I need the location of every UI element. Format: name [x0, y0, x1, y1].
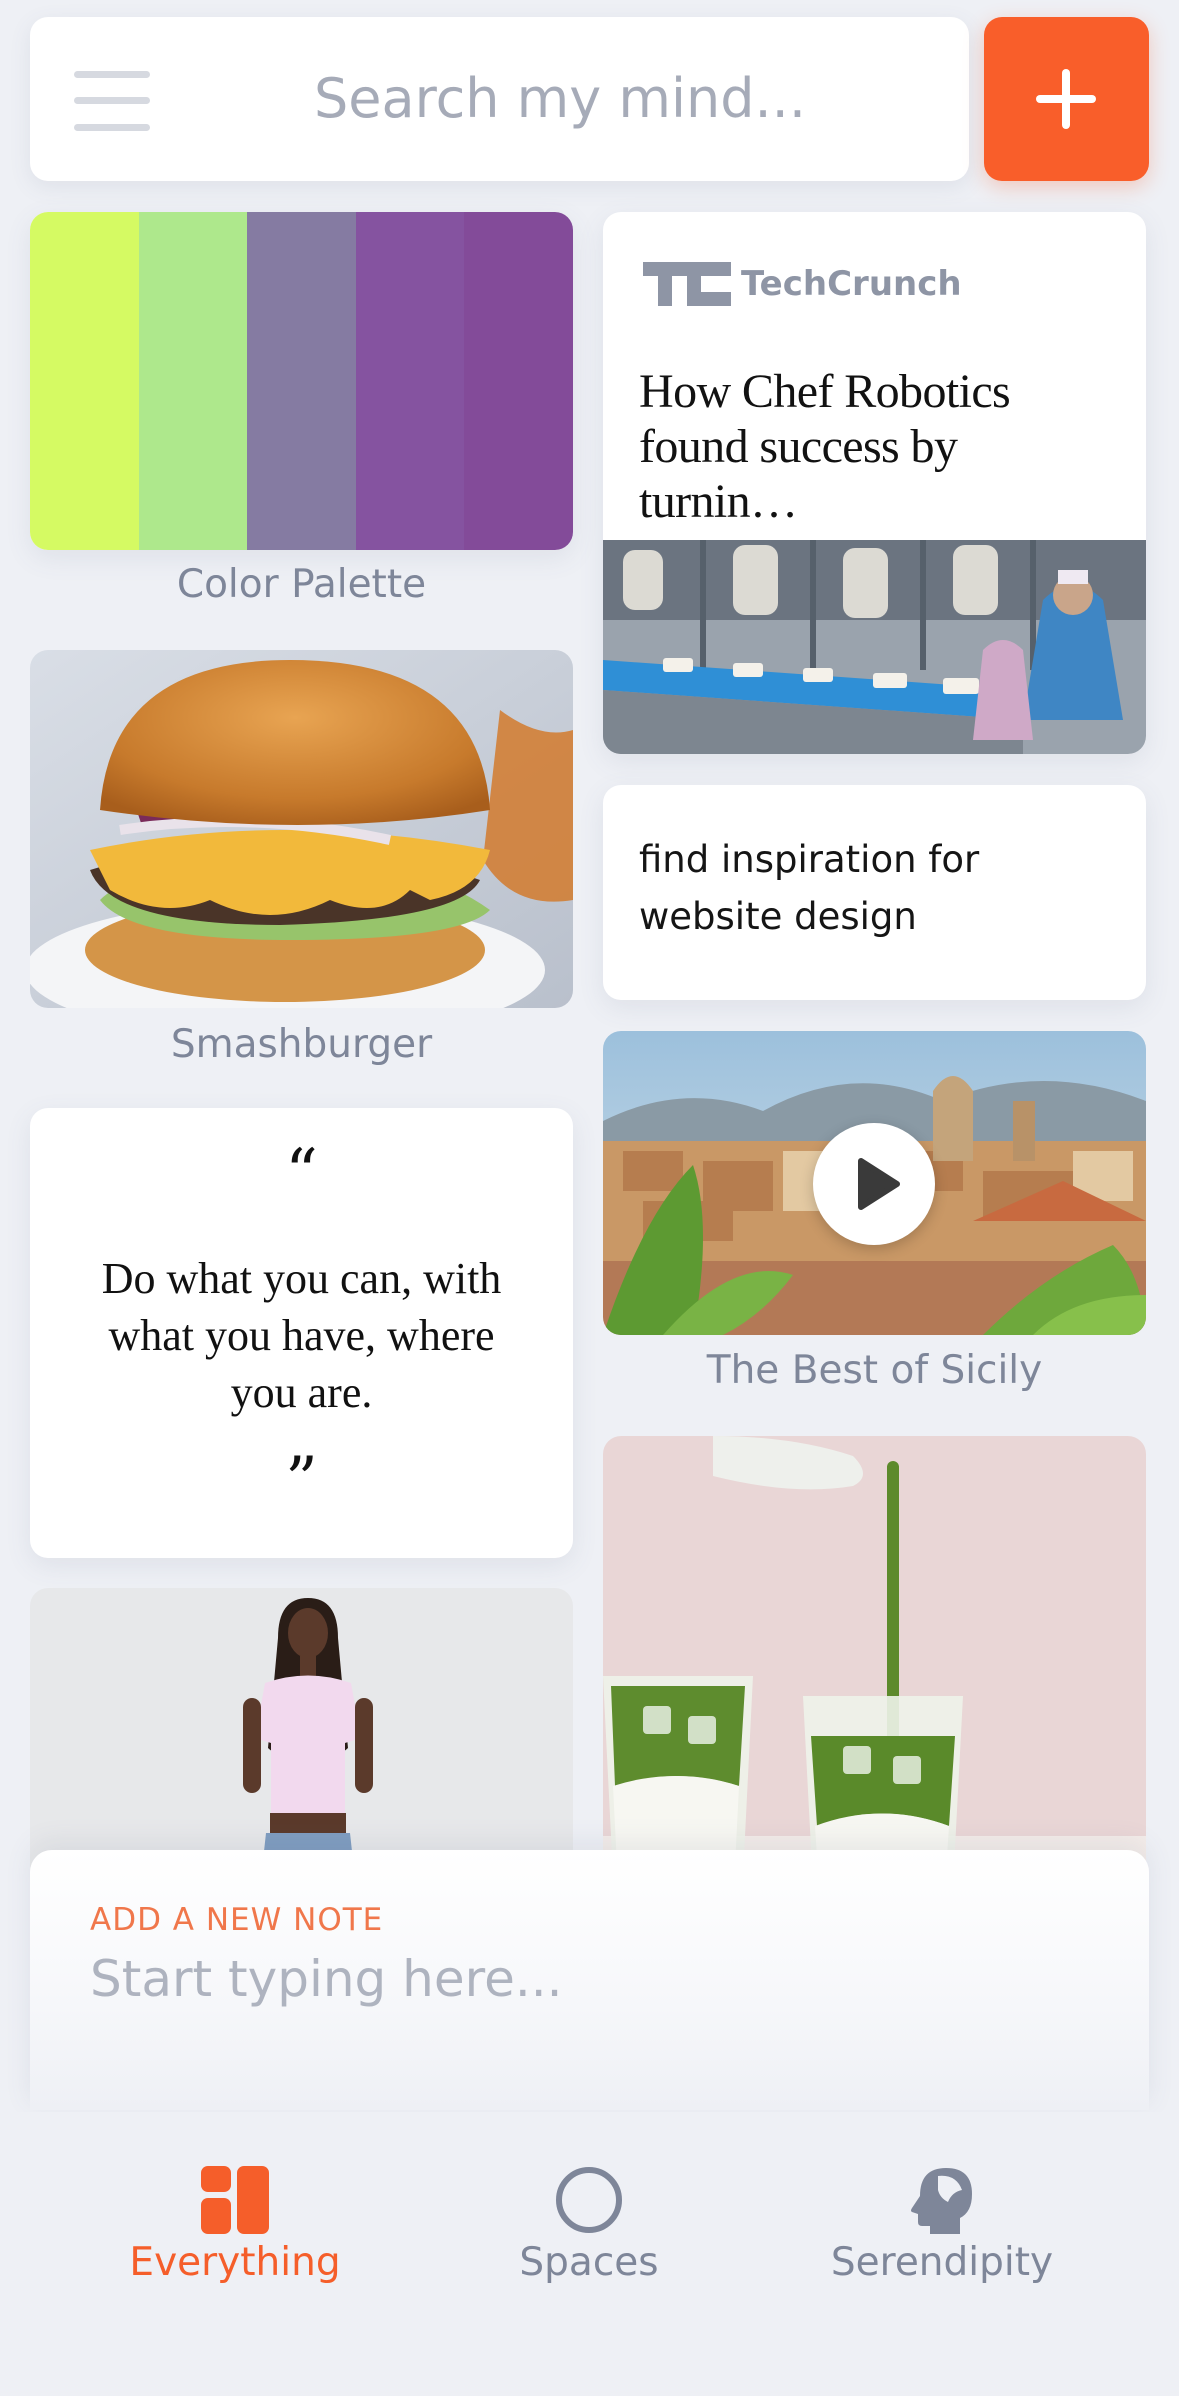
- card-caption: The Best of Sicily: [706, 1348, 1043, 1393]
- quote-text: Do what you can, with what you have, whe…: [101, 1254, 502, 1417]
- add-button[interactable]: [984, 17, 1149, 181]
- smashburger-image[interactable]: [30, 650, 573, 1008]
- grid-icon: [201, 2166, 269, 2234]
- nav-label: Serendipity: [830, 2240, 1054, 2285]
- nav-everything[interactable]: Everything: [85, 2112, 385, 2312]
- text-note-card[interactable]: find inspiration for website design: [603, 785, 1146, 1000]
- article-source: TechCrunch: [741, 264, 962, 304]
- nav-label: Spaces: [519, 2240, 659, 2285]
- play-button[interactable]: [813, 1123, 935, 1245]
- techcrunch-article-card[interactable]: TechCrunch How Chef Robotics found succe…: [603, 212, 1146, 754]
- new-note-label: ADD A NEW NOTE: [90, 1902, 384, 1938]
- fashion-image[interactable]: [30, 1588, 573, 1888]
- nav-label: Everything: [129, 2240, 341, 2285]
- new-note-panel[interactable]: ADD A NEW NOTE Start typing here...: [30, 1850, 1149, 2110]
- nav-spaces[interactable]: Spaces: [439, 2112, 739, 2312]
- color-palette-card[interactable]: [30, 212, 573, 550]
- menu-icon[interactable]: [74, 71, 150, 131]
- circle-icon: [556, 2167, 622, 2233]
- close-quote-icon: ”: [285, 1444, 318, 1518]
- quote-card[interactable]: “ Do what you can, with what you have, w…: [30, 1108, 573, 1558]
- note-text: find inspiration for website design: [639, 838, 980, 938]
- article-image: [603, 540, 1146, 754]
- head-icon: [911, 2168, 972, 2234]
- article-headline: How Chef Robotics found success by turni…: [639, 365, 1011, 528]
- nav-serendipity[interactable]: Serendipity: [792, 2112, 1092, 2312]
- palette-swatch: [247, 212, 356, 550]
- palette-swatch: [464, 212, 573, 550]
- techcrunch-logo-icon: [643, 262, 731, 306]
- palette-swatch: [138, 212, 248, 550]
- palette-swatch: [355, 212, 465, 550]
- open-quote-icon: “: [285, 1136, 318, 1210]
- palette-swatch: [30, 212, 139, 550]
- card-caption: Smashburger: [170, 1022, 433, 1067]
- new-note-input[interactable]: Start typing here...: [90, 1950, 563, 2008]
- search-input[interactable]: Search my mind...: [220, 17, 900, 181]
- play-icon: [858, 1158, 900, 1210]
- card-caption: Color Palette: [176, 562, 427, 607]
- bottom-navigation: Everything Spaces Serendipity: [0, 2112, 1179, 2396]
- search-bar[interactable]: Search my mind...: [30, 17, 969, 181]
- matcha-image[interactable]: [603, 1436, 1146, 1888]
